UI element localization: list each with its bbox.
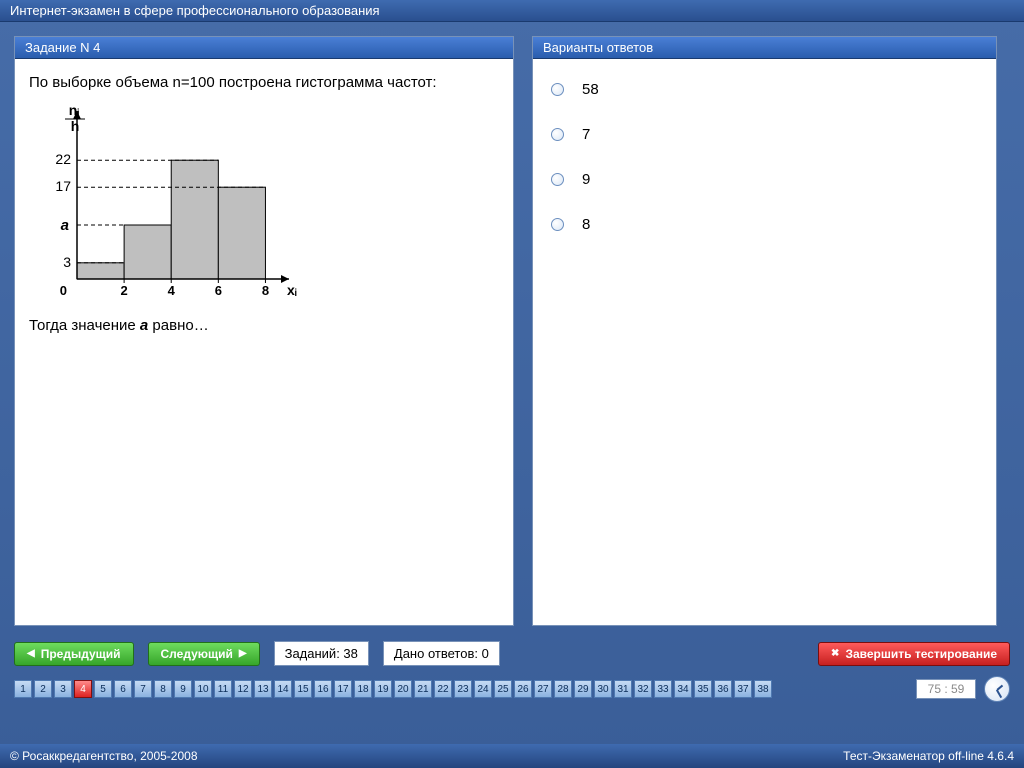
question-nav-cell[interactable]: 28 (554, 680, 572, 698)
timer-value: 75 : 59 (916, 679, 976, 699)
radio-icon[interactable] (551, 218, 564, 231)
next-button[interactable]: Следующий ▶ (148, 642, 260, 666)
question-nav-cell[interactable]: 16 (314, 680, 332, 698)
histogram-chart: 22 17 a 3 0 2 4 6 8 nᵢh xᵢ (29, 99, 309, 309)
question-nav-cell[interactable]: 11 (214, 680, 232, 698)
footer-bar: © Росаккредагентство, 2005-2008 Тест-Экз… (0, 744, 1024, 768)
question-nav-cell[interactable]: 21 (414, 680, 432, 698)
answer-label: 8 (582, 216, 590, 233)
question-nav-cell[interactable]: 15 (294, 680, 312, 698)
answered-box: Дано ответов: 0 (383, 641, 500, 666)
question-nav-cell[interactable]: 38 (754, 680, 772, 698)
svg-text:a: a (61, 217, 69, 234)
svg-text:8: 8 (262, 283, 269, 298)
app-title-bar: Интернет-экзамен в сфере профессионально… (0, 0, 1024, 22)
radio-icon[interactable] (551, 128, 564, 141)
main-area: Задание N 4 По выборке объема n=100 пост… (0, 22, 1024, 631)
prev-button[interactable]: ◀ Предыдущий (14, 642, 134, 666)
question-nav-cell[interactable]: 30 (594, 680, 612, 698)
svg-text:h: h (71, 118, 80, 134)
question-nav-cell[interactable]: 1 (14, 680, 32, 698)
question-nav-cell[interactable]: 23 (454, 680, 472, 698)
question-nav-cell[interactable]: 2 (34, 680, 52, 698)
footer-left: © Росаккредагентство, 2005-2008 (10, 749, 198, 763)
svg-text:4: 4 (168, 283, 176, 298)
svg-text:2: 2 (120, 283, 127, 298)
question-nav-cell[interactable]: 12 (234, 680, 252, 698)
triangle-right-icon: ▶ (239, 648, 247, 659)
question-nav-cell[interactable]: 14 (274, 680, 292, 698)
radio-icon[interactable] (551, 83, 564, 96)
question-nav-cell[interactable]: 9 (174, 680, 192, 698)
question-number: Задание N 4 (25, 40, 100, 55)
question-nav-cell[interactable]: 37 (734, 680, 752, 698)
question-nav-cell[interactable]: 18 (354, 680, 372, 698)
question-nav-cell[interactable]: 19 (374, 680, 392, 698)
question-nav-cell[interactable]: 35 (694, 680, 712, 698)
answer-label: 9 (582, 171, 590, 188)
next-button-label: Следующий (161, 647, 233, 661)
timer-box: 75 : 59 (916, 676, 1010, 702)
answer-option[interactable]: 8 (547, 202, 982, 247)
prev-button-label: Предыдущий (41, 647, 121, 661)
question-nav-cell[interactable]: 5 (94, 680, 112, 698)
question-nav-cell[interactable]: 29 (574, 680, 592, 698)
question-nav-cell[interactable]: 20 (394, 680, 412, 698)
answers-panel: Варианты ответов 58 7 9 8 (532, 36, 997, 626)
question-nav-cell[interactable]: 36 (714, 680, 732, 698)
question-nav-cell[interactable]: 34 (674, 680, 692, 698)
question-nav-cell[interactable]: 31 (614, 680, 632, 698)
answer-option[interactable]: 9 (547, 157, 982, 202)
answer-label: 7 (582, 126, 590, 143)
question-nav-cell[interactable]: 27 (534, 680, 552, 698)
answer-label: 58 (582, 81, 599, 98)
answer-option[interactable]: 58 (547, 67, 982, 112)
question-nav-cell[interactable]: 25 (494, 680, 512, 698)
question-nav-cell[interactable]: 3 (54, 680, 72, 698)
question-nav-cell[interactable]: 33 (654, 680, 672, 698)
total-tasks-box: Заданий: 38 (274, 641, 369, 666)
svg-text:nᵢ: nᵢ (69, 102, 80, 118)
footer-right: Тест-Экзаменатор off-line 4.6.4 (843, 749, 1014, 763)
svg-text:22: 22 (55, 151, 71, 167)
question-nav-cell[interactable]: 4 (74, 680, 92, 698)
question-nav-cell[interactable]: 24 (474, 680, 492, 698)
question-nav-cell[interactable]: 7 (134, 680, 152, 698)
question-body: По выборке объема n=100 построена гистог… (15, 59, 513, 625)
question-nav-cell[interactable]: 6 (114, 680, 132, 698)
triangle-left-icon: ◀ (27, 648, 35, 659)
svg-text:0: 0 (60, 283, 67, 298)
question-panel: Задание N 4 По выборке объема n=100 пост… (14, 36, 514, 626)
answers-panel-header: Варианты ответов (533, 37, 996, 59)
finish-button[interactable]: ✖ Завершить тестирование (818, 642, 1010, 666)
controls-bar: ◀ Предыдущий Следующий ▶ Заданий: 38 Дан… (0, 631, 1024, 702)
question-nav-cell[interactable]: 22 (434, 680, 452, 698)
question-tail: Тогда значение a равно… (29, 317, 499, 334)
svg-text:3: 3 (63, 254, 71, 270)
svg-text:17: 17 (55, 178, 71, 194)
question-nav-cell[interactable]: 10 (194, 680, 212, 698)
finish-button-label: Завершить тестирование (845, 647, 997, 661)
question-number-strip: 1234567891011121314151617181920212223242… (14, 676, 1010, 702)
radio-icon[interactable] (551, 173, 564, 186)
controls-row: ◀ Предыдущий Следующий ▶ Заданий: 38 Дан… (14, 641, 1010, 666)
svg-text:6: 6 (215, 283, 222, 298)
svg-text:xᵢ: xᵢ (287, 282, 297, 298)
question-panel-header: Задание N 4 (15, 37, 513, 59)
answers-title: Варианты ответов (543, 40, 653, 55)
app-title: Интернет-экзамен в сфере профессионально… (10, 3, 380, 18)
answer-option[interactable]: 7 (547, 112, 982, 157)
question-nav-cell[interactable]: 13 (254, 680, 272, 698)
question-nav-cell[interactable]: 26 (514, 680, 532, 698)
answers-body: 58 7 9 8 (533, 59, 996, 625)
runner-icon: ✖ (831, 648, 839, 659)
question-nav-cell[interactable]: 32 (634, 680, 652, 698)
clock-icon (984, 676, 1010, 702)
question-nav-cell[interactable]: 17 (334, 680, 352, 698)
question-nav-cell[interactable]: 8 (154, 680, 172, 698)
question-text: По выборке объема n=100 построена гистог… (29, 73, 499, 93)
